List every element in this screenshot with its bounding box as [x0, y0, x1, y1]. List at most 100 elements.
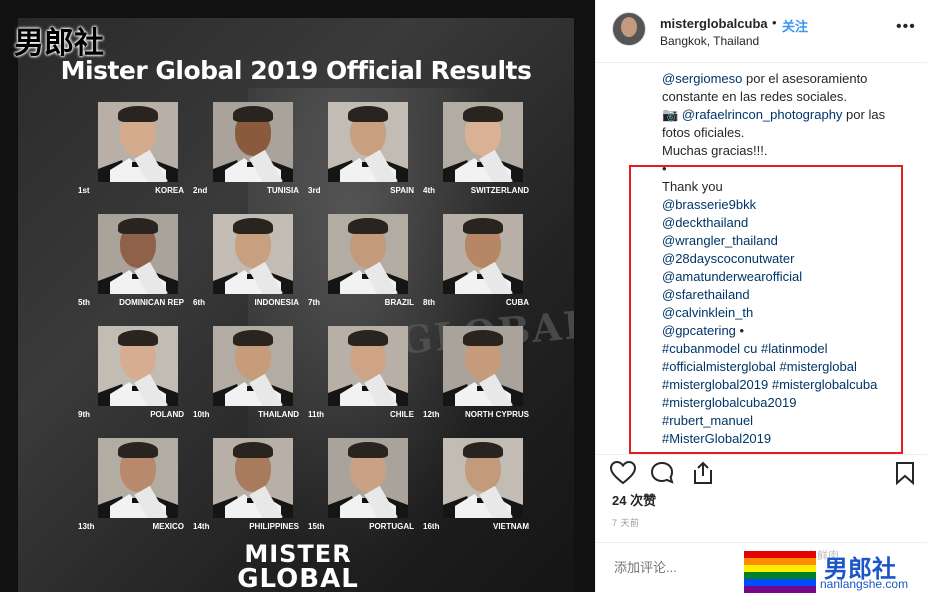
contestant-rank: 12th [423, 410, 440, 419]
contestant-card: 8th CUBA [423, 214, 529, 322]
contestant-photo [443, 326, 523, 406]
contestant-rank: 13th [78, 522, 95, 531]
contestant-caption: 10th THAILAND [193, 410, 299, 424]
contestant-photo [328, 102, 408, 182]
contestant-photo [328, 326, 408, 406]
comment-bar: 小鲜肉 男郎社 nanlangshe.com [596, 542, 927, 593]
results-poster: GLOBAL Mister Global 2019 Official Resul… [18, 18, 574, 592]
location-link[interactable]: Bangkok, Thailand [660, 34, 759, 48]
contestant-card: 13th MEXICO [78, 438, 184, 546]
contestant-rank: 9th [78, 410, 90, 419]
contestant-photo [213, 214, 293, 294]
contestant-country: CHILE [390, 410, 414, 419]
contestant-photo [213, 438, 293, 518]
logo-line-2: GLOBAL [237, 564, 359, 592]
contestant-rank: 6th [193, 298, 205, 307]
contestant-country: INDONESIA [254, 298, 299, 307]
contestant-card: 7th BRAZIL [308, 214, 414, 322]
contestant-caption: 11th CHILE [308, 410, 414, 424]
contestant-caption: 12th NORTH CYPRUS [423, 410, 529, 424]
contestant-rank: 2nd [193, 186, 208, 195]
caption-text: por las [842, 107, 886, 122]
contestant-country: DOMINICAN REP [119, 298, 184, 307]
comment-bubble-icon[interactable] [650, 461, 676, 490]
contestant-card: 2nd TUNISIA [193, 102, 299, 210]
contestant-card: 3rd SPAIN [308, 102, 414, 210]
contestant-card: 15th PORTUGAL [308, 438, 414, 546]
comment-input[interactable] [612, 559, 746, 576]
contestant-caption: 16th VIETNAM [423, 522, 529, 536]
separator-dot: • [772, 15, 777, 30]
contestant-rank: 5th [78, 298, 90, 307]
contestant-card: 1st KOREA [78, 102, 184, 210]
logo-line-1: MISTER [244, 540, 352, 568]
contestant-country: BRAZIL [384, 298, 414, 307]
share-icon[interactable] [690, 461, 716, 490]
rainbow-flag-icon [744, 551, 816, 593]
caption-text: por el asesoramiento [742, 71, 868, 86]
avatar[interactable] [612, 12, 646, 46]
caption-line: constante en las redes sociales. [662, 88, 922, 106]
contestant-country: VIETNAM [493, 522, 529, 531]
more-options-icon[interactable]: ••• [896, 18, 916, 36]
contestant-rank: 11th [308, 410, 325, 419]
caption-line: fotos oficiales. [662, 124, 922, 142]
contestant-caption: 4th SWITZERLAND [423, 186, 529, 200]
contestant-photo [213, 326, 293, 406]
contestant-caption: 1st KOREA [78, 186, 184, 200]
caption-link[interactable]: @sergiomeso [662, 71, 742, 86]
post-timestamp: 7 天前 [612, 518, 640, 528]
post-header: misterglobalcuba • 关注 Bangkok, Thailand … [596, 0, 927, 63]
contestant-card: 10th THAILAND [193, 326, 299, 434]
contestant-caption: 13th MEXICO [78, 522, 184, 536]
contestant-caption: 3rd SPAIN [308, 186, 414, 200]
like-heart-icon[interactable] [609, 460, 637, 490]
contestant-caption: 14th PHILIPPINES [193, 522, 299, 536]
contestant-photo [98, 438, 178, 518]
highlight-box [629, 165, 903, 454]
username-link[interactable]: misterglobalcuba [660, 16, 768, 31]
follow-button[interactable]: 关注 [782, 16, 808, 35]
contestant-rank: 16th [423, 522, 440, 531]
avatar-face [621, 17, 637, 37]
caption-link[interactable]: 📷 @rafaelrincon_photography [662, 107, 842, 122]
contestant-rank: 1st [78, 186, 90, 195]
contestant-country: CUBA [505, 298, 529, 307]
contestant-card: 16th VIETNAM [423, 438, 529, 546]
post-detail-panel: misterglobalcuba • 关注 Bangkok, Thailand … [595, 0, 927, 593]
contestant-country: MEXICO [152, 522, 184, 531]
contestant-card: 6th INDONESIA [193, 214, 299, 322]
contestant-rank: 7th [308, 298, 320, 307]
contestant-country: TUNISIA [267, 186, 299, 195]
contestant-country: SPAIN [390, 186, 414, 195]
like-count[interactable]: 24 次赞 [612, 490, 656, 509]
contestant-card: 12th NORTH CYPRUS [423, 326, 529, 434]
contestant-country: KOREA [155, 186, 184, 195]
contestant-rank: 4th [423, 186, 435, 195]
contestant-card: 5th DOMINICAN REP [78, 214, 184, 322]
contestant-country: POLAND [150, 410, 184, 419]
contestant-caption: 8th CUBA [423, 298, 529, 312]
contestant-photo [443, 214, 523, 294]
contestant-card: 11th CHILE [308, 326, 414, 434]
brand-url: nanlangshe.com [820, 577, 909, 591]
brand-watermark: 男郎社 [14, 27, 104, 60]
contestant-rank: 10th [193, 410, 210, 419]
caption-line: @sergiomeso por el asesoramiento [662, 70, 922, 88]
contestant-country: SWITZERLAND [470, 186, 529, 195]
contestant-photo [443, 102, 523, 182]
contestant-photo [213, 102, 293, 182]
caption-line: Muchas gracias!!!. [662, 142, 922, 160]
brand-logo: 男郎社 nanlangshe.com [744, 549, 927, 593]
caption-text: Muchas gracias!!!. [662, 143, 768, 158]
action-bar [596, 454, 927, 489]
contestant-caption: 2nd TUNISIA [193, 186, 299, 200]
contestant-card: 14th PHILIPPINES [193, 438, 299, 546]
contestant-photo [98, 214, 178, 294]
caption-line: 📷 @rafaelrincon_photography por las [662, 106, 922, 124]
contestant-card: 4th SWITZERLAND [423, 102, 529, 210]
bookmark-icon[interactable] [894, 461, 916, 490]
post-image-panel: GLOBAL Mister Global 2019 Official Resul… [0, 0, 595, 592]
contestant-caption: 6th INDONESIA [193, 298, 299, 312]
contestant-caption: 15th PORTUGAL [308, 522, 414, 536]
